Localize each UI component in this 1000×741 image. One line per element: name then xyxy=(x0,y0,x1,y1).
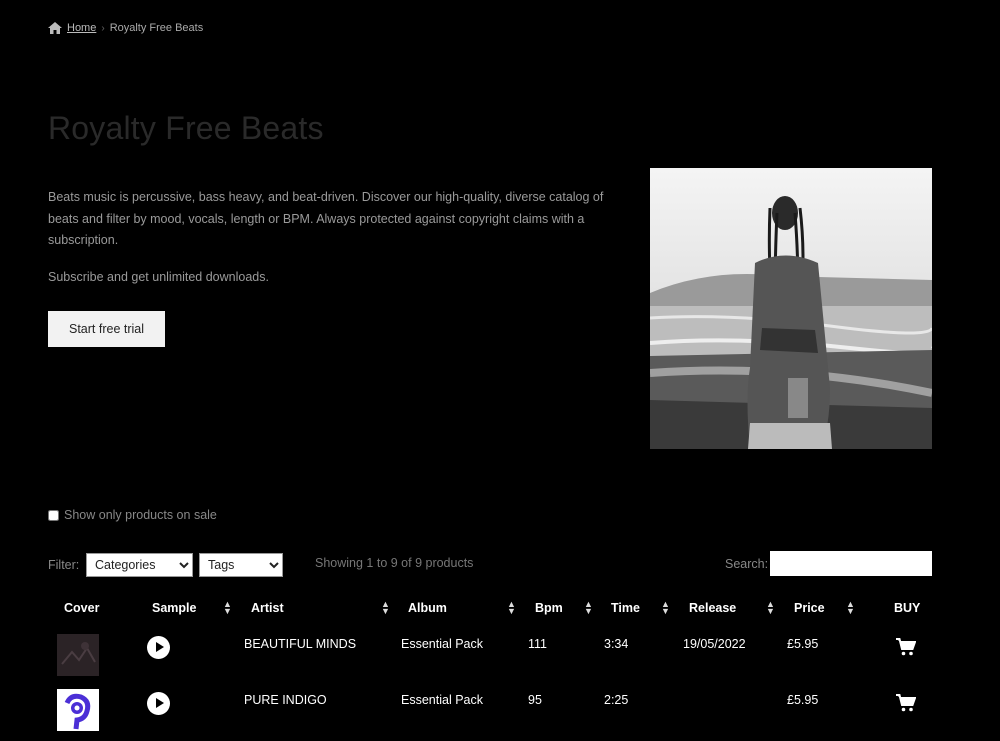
release-cell: 19/05/2022 xyxy=(683,637,746,651)
header-release[interactable]: Release xyxy=(689,601,736,615)
sort-arrows-icon[interactable]: ▲ ▼ xyxy=(223,600,232,616)
artist-cell: PURE INDIGO xyxy=(244,693,327,707)
page-title: Royalty Free Beats xyxy=(48,110,324,146)
breadcrumb-separator: › xyxy=(101,22,105,34)
tags-select[interactable]: Tags xyxy=(199,553,283,577)
sale-checkbox[interactable] xyxy=(48,509,59,521)
bpm-cell: 95 xyxy=(528,693,542,707)
page-description: Beats music is percussive, bass heavy, a… xyxy=(48,190,604,247)
categories-select[interactable]: Categories xyxy=(86,553,193,577)
time-cell: 2:25 xyxy=(604,693,629,707)
bpm-cell: 111 xyxy=(528,637,548,651)
price-cell: £5.95 xyxy=(787,637,819,651)
sort-arrows-icon[interactable]: ▲ ▼ xyxy=(766,600,775,616)
header-price[interactable]: Price xyxy=(794,601,825,615)
sort-arrows-icon[interactable]: ▲ ▼ xyxy=(661,600,670,616)
sale-checkbox-label: Show only products on sale xyxy=(64,508,217,522)
search-label: Search: xyxy=(725,557,769,571)
header-sample[interactable]: Sample xyxy=(152,601,196,615)
time-cell: 3:34 xyxy=(604,637,629,651)
header-cover: Cover xyxy=(64,601,100,615)
filter-label: Filter: xyxy=(48,558,80,572)
sort-arrows-icon[interactable]: ▲ ▼ xyxy=(507,600,516,616)
cart-icon[interactable] xyxy=(896,694,916,712)
hero-image xyxy=(650,168,932,449)
artist-cell: BEAUTIFUL MINDS xyxy=(244,637,357,651)
price-cell: £5.95 xyxy=(787,693,819,707)
header-time[interactable]: Time xyxy=(611,601,640,615)
breadcrumb: Home › Royalty Free Beats xyxy=(48,22,203,34)
sort-arrows-icon[interactable]: ▲ ▼ xyxy=(846,600,855,616)
sort-arrows-icon[interactable]: ▲ ▼ xyxy=(584,600,593,616)
header-bpm[interactable]: Bpm xyxy=(535,601,563,615)
cover-image[interactable] xyxy=(57,634,99,676)
breadcrumb-home-link[interactable]: Home xyxy=(67,22,96,34)
header-buy: BUY xyxy=(894,601,921,615)
album-cell: Essential Pack xyxy=(401,693,483,707)
subscribe-text: Subscribe and get unlimited downloads. xyxy=(48,270,269,284)
sale-filter[interactable]: Show only products on sale xyxy=(48,508,217,522)
play-icon[interactable] xyxy=(147,636,170,659)
search-input[interactable] xyxy=(770,551,932,576)
album-cell: Essential Pack xyxy=(401,637,483,651)
header-artist[interactable]: Artist xyxy=(251,601,284,615)
play-icon[interactable] xyxy=(147,692,170,715)
header-album[interactable]: Album xyxy=(408,601,447,615)
cover-image[interactable] xyxy=(57,689,99,731)
sort-arrows-icon[interactable]: ▲ ▼ xyxy=(381,600,390,616)
home-icon xyxy=(48,22,62,34)
cart-icon[interactable] xyxy=(896,638,916,656)
breadcrumb-current: Royalty Free Beats xyxy=(109,22,204,34)
showing-count: Showing 1 to 9 of 9 products xyxy=(315,556,474,570)
start-free-trial-button[interactable]: Start free trial xyxy=(48,311,165,347)
